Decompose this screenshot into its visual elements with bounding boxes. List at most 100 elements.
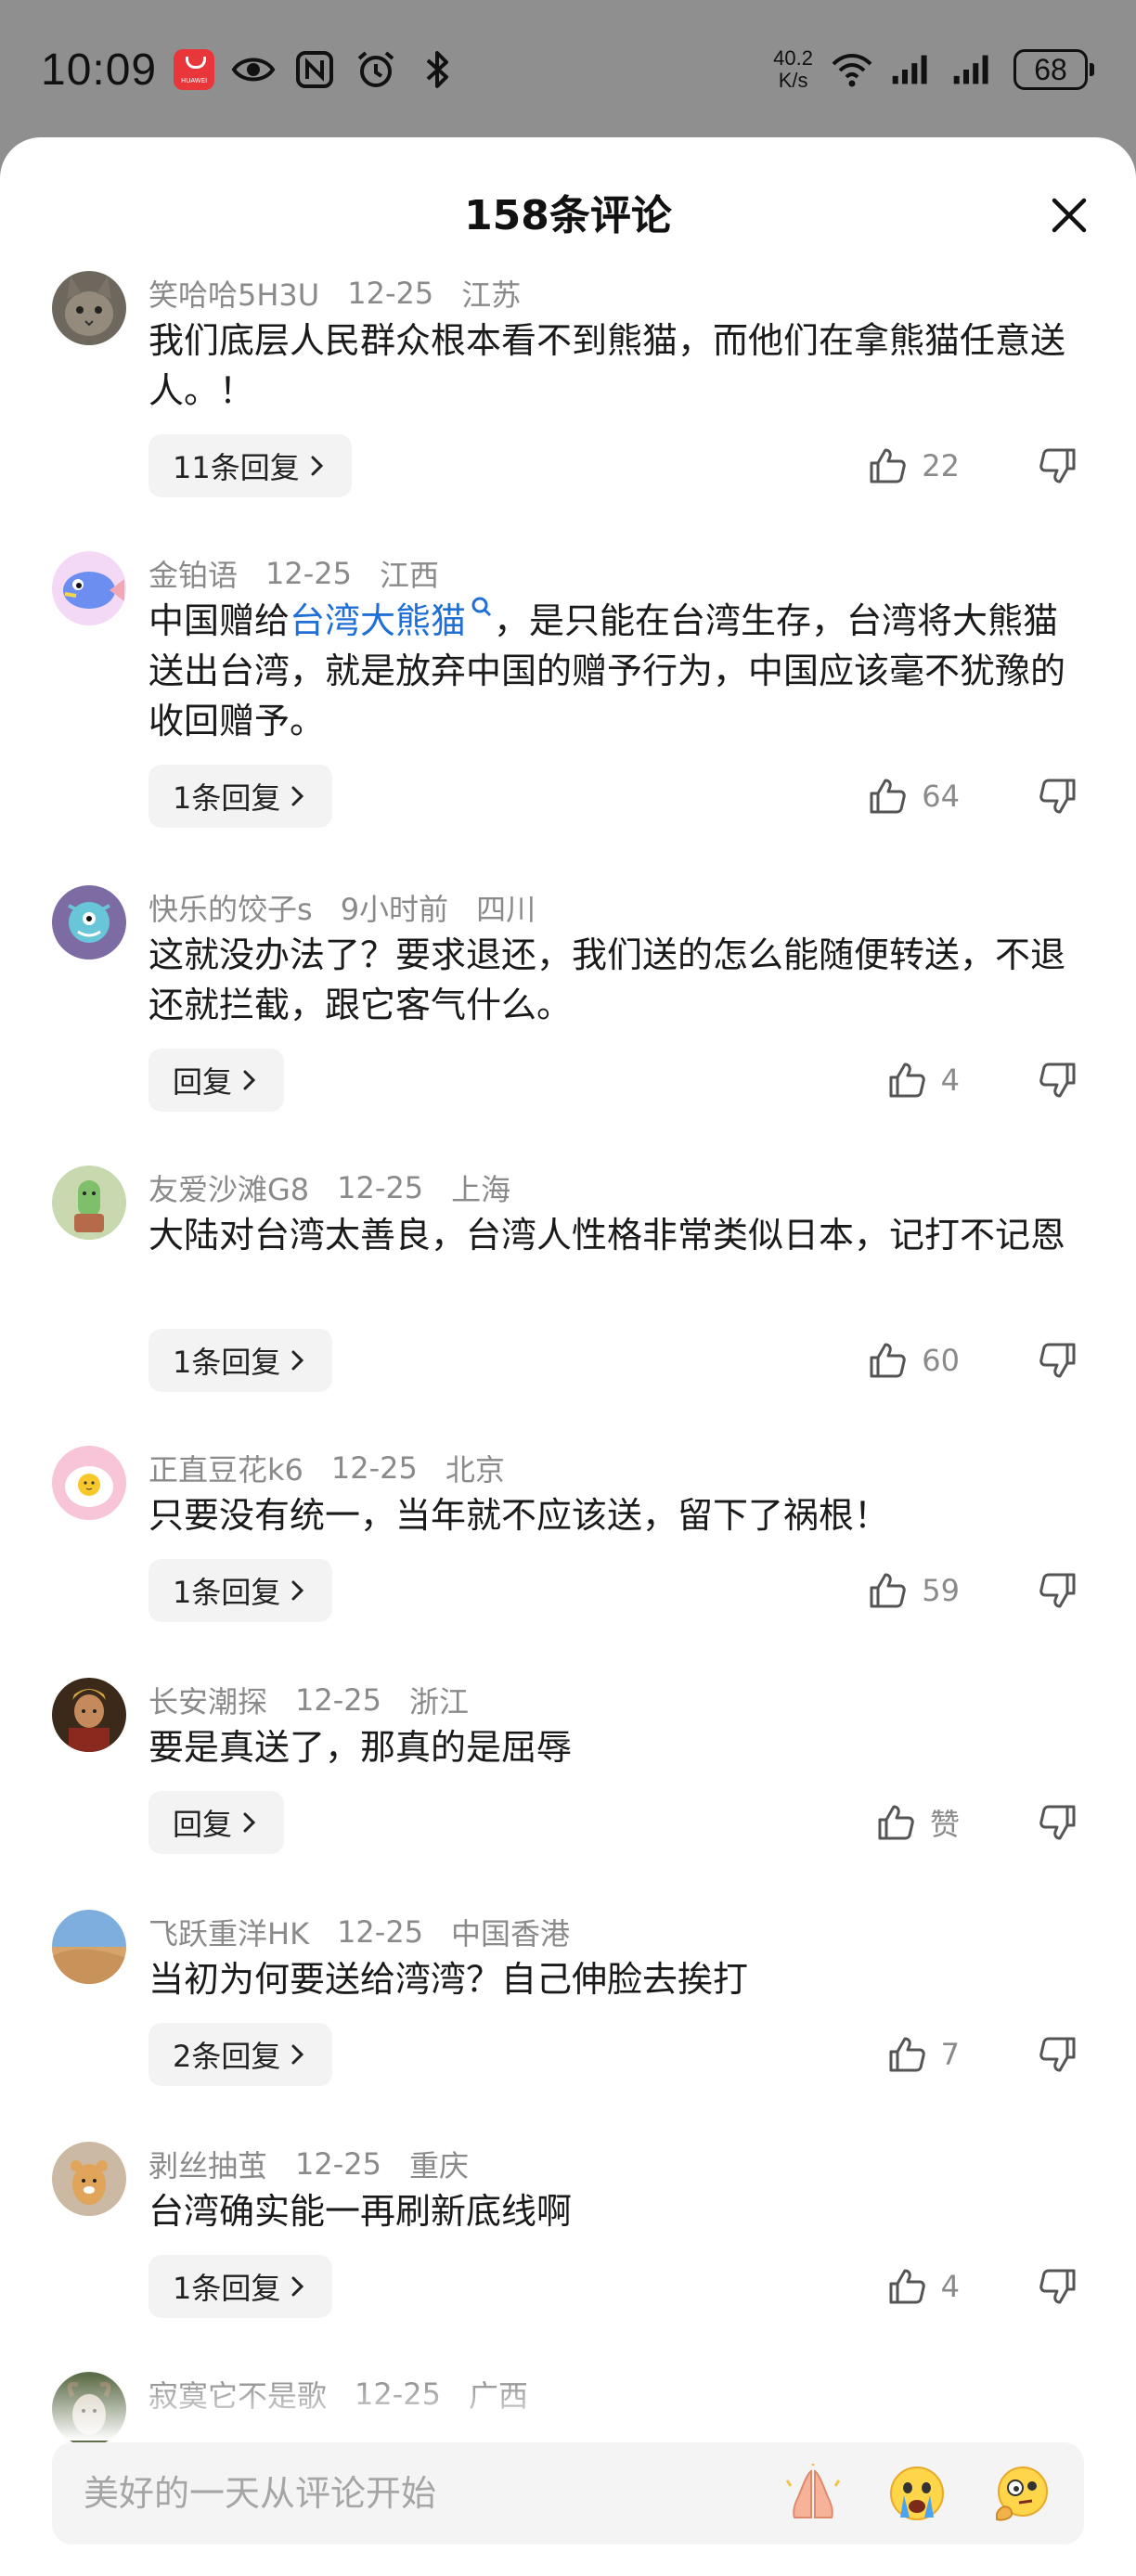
- avatar[interactable]: [52, 1678, 126, 1752]
- thinking-emoji-icon: [996, 2467, 1048, 2521]
- dislike-button[interactable]: [1032, 1559, 1084, 1622]
- username[interactable]: 正直豆花k6: [148, 1447, 303, 1489]
- comment-text-part: 大陆对台湾太善良，台湾人性格非常类似日本，记打不记恩: [148, 1215, 1066, 1256]
- dislike-button[interactable]: [1032, 1791, 1084, 1854]
- thumbs-down-icon: [1039, 1343, 1076, 1378]
- comment-input-bar: [52, 2442, 1084, 2544]
- like-button[interactable]: 22: [868, 434, 960, 497]
- replies-button[interactable]: 1条回复: [148, 2255, 333, 2318]
- replies-button[interactable]: 回复: [148, 1049, 285, 1112]
- replies-label: 2条回复: [173, 2039, 281, 2074]
- username[interactable]: 友爱沙滩G8: [148, 1166, 309, 1209]
- dislike-button[interactable]: [1032, 1049, 1084, 1112]
- replies-button[interactable]: 11条回复: [148, 434, 352, 497]
- crying-emoji-icon: [890, 2467, 944, 2520]
- comment-date: 12-25: [337, 1170, 424, 1205]
- close-icon: [1052, 198, 1087, 233]
- comment-text: 台湾确实能一再刷新底线啊: [148, 2186, 1086, 2236]
- avatar[interactable]: [52, 885, 126, 960]
- replies-label: 1条回复: [173, 2271, 281, 2306]
- dislike-button[interactable]: [1032, 434, 1084, 497]
- replies-button[interactable]: 1条回复: [148, 1329, 333, 1392]
- chevron-right-icon: [291, 786, 304, 806]
- comment-date: 12-25: [295, 2146, 381, 2182]
- comment-text-part: 我们底层人民群众根本看不到熊猫，而他们在拿熊猫任意送人。！: [148, 320, 1066, 411]
- search-icon: [471, 597, 492, 617]
- like-button[interactable]: 59: [868, 1559, 960, 1622]
- comment-text-part: 这就没办法了？要求退还，我们送的怎么能随便转送，不退还就拦截，跟它客气什么。: [148, 934, 1066, 1025]
- thumbs-up-icon: [889, 1063, 925, 1098]
- avatar[interactable]: [52, 551, 126, 625]
- chevron-right-icon: [291, 2044, 304, 2065]
- like-button[interactable]: 7: [887, 2023, 960, 2086]
- like-button[interactable]: 64: [868, 765, 960, 828]
- username[interactable]: 笑哈哈5H3U: [148, 272, 319, 315]
- thumbs-up-icon: [870, 779, 907, 814]
- like-button[interactable]: 4: [887, 1049, 960, 1112]
- network-speed: 40.2 K/s: [773, 47, 813, 92]
- comment-meta: 友爱沙滩G8 12-25 上海: [148, 1166, 510, 1210]
- avatar[interactable]: [52, 2142, 126, 2216]
- replies-label: 1条回复: [173, 780, 281, 816]
- username[interactable]: 金铂语: [148, 552, 238, 595]
- bluetooth-icon: [426, 51, 449, 88]
- comment-location: 北京: [445, 1452, 505, 1488]
- like-count: 赞: [929, 1807, 960, 1842]
- thumbs-down-icon: [1039, 779, 1076, 814]
- thumbs-down-icon: [1039, 1573, 1076, 1608]
- thumbs-up-icon: [870, 1343, 907, 1378]
- username[interactable]: 飞跃重洋HK: [148, 1911, 309, 1953]
- dislike-button[interactable]: [1032, 765, 1084, 828]
- thumbs-up-icon: [878, 1805, 914, 1840]
- comment-date: 12-25: [330, 1450, 418, 1486]
- username[interactable]: 快乐的饺子s: [148, 886, 313, 929]
- like-count: 59: [922, 1573, 960, 1608]
- like-button[interactable]: 4: [887, 2255, 960, 2318]
- thumbs-up-icon: [889, 2037, 925, 2072]
- avatar[interactable]: [52, 1166, 126, 1240]
- replies-button[interactable]: 1条回复: [148, 1559, 333, 1622]
- username[interactable]: 剥丝抽茧: [148, 2143, 267, 2185]
- replies-button[interactable]: 2条回复: [148, 2023, 333, 2086]
- huawei-label: HUAWEI: [181, 77, 208, 84]
- thinking-emoji-button[interactable]: [988, 2460, 1054, 2527]
- username[interactable]: 长安潮探: [148, 1679, 267, 1721]
- avatar[interactable]: [52, 1446, 126, 1520]
- replies-button[interactable]: 1条回复: [148, 765, 333, 828]
- like-button[interactable]: 赞: [876, 1791, 960, 1854]
- replies-label: 回复: [173, 1807, 233, 1842]
- comment-meta: 正直豆花k6 12-25 北京: [148, 1446, 505, 1490]
- comment-location: 重庆: [409, 2148, 470, 2183]
- thumbs-up-icon: [889, 2269, 925, 2304]
- like-count: 4: [940, 2269, 960, 2304]
- replies-button[interactable]: 回复: [148, 1791, 285, 1854]
- pray-emoji-icon: [785, 2464, 841, 2518]
- search-link[interactable]: 台湾大熊猫: [290, 597, 494, 641]
- thumbs-up-icon: [870, 448, 907, 483]
- search-link-label: 台湾大熊猫: [290, 600, 467, 641]
- comment-date: 12-25: [347, 276, 434, 311]
- chevron-right-icon: [243, 1812, 256, 1833]
- close-button[interactable]: [1043, 189, 1095, 241]
- comment-text-part: 要是真送了，那真的是屈辱: [148, 1727, 573, 1768]
- like-button[interactable]: 60: [868, 1329, 960, 1392]
- comment-input[interactable]: [82, 2472, 742, 2515]
- dislike-button[interactable]: [1032, 1329, 1084, 1392]
- dislike-button[interactable]: [1032, 2023, 1084, 2086]
- avatar[interactable]: [52, 1910, 126, 1984]
- comment-text: 只要没有统一，当年就不应该送，留下了祸根！: [148, 1490, 1086, 1540]
- comment-location: 江西: [380, 558, 440, 593]
- chevron-right-icon: [243, 1070, 256, 1090]
- dislike-button[interactable]: [1032, 2255, 1084, 2318]
- comment-location: 江苏: [461, 277, 522, 313]
- replies-label: 11条回复: [173, 450, 300, 485]
- comment-count-title: 158条评论: [464, 192, 672, 239]
- crying-emoji-button[interactable]: [884, 2460, 950, 2527]
- avatar[interactable]: [52, 271, 126, 345]
- comment-text-part: 中国赠给: [148, 600, 290, 641]
- pray-emoji-button[interactable]: [780, 2460, 846, 2527]
- huawei-appgallery-icon: HUAWEI: [174, 49, 215, 90]
- thumbs-down-icon: [1039, 2037, 1076, 2072]
- comment-text: 大陆对台湾太善良，台湾人性格非常类似日本，记打不记恩: [148, 1210, 1086, 1260]
- comment-text: 要是真送了，那真的是屈辱: [148, 1722, 1086, 1772]
